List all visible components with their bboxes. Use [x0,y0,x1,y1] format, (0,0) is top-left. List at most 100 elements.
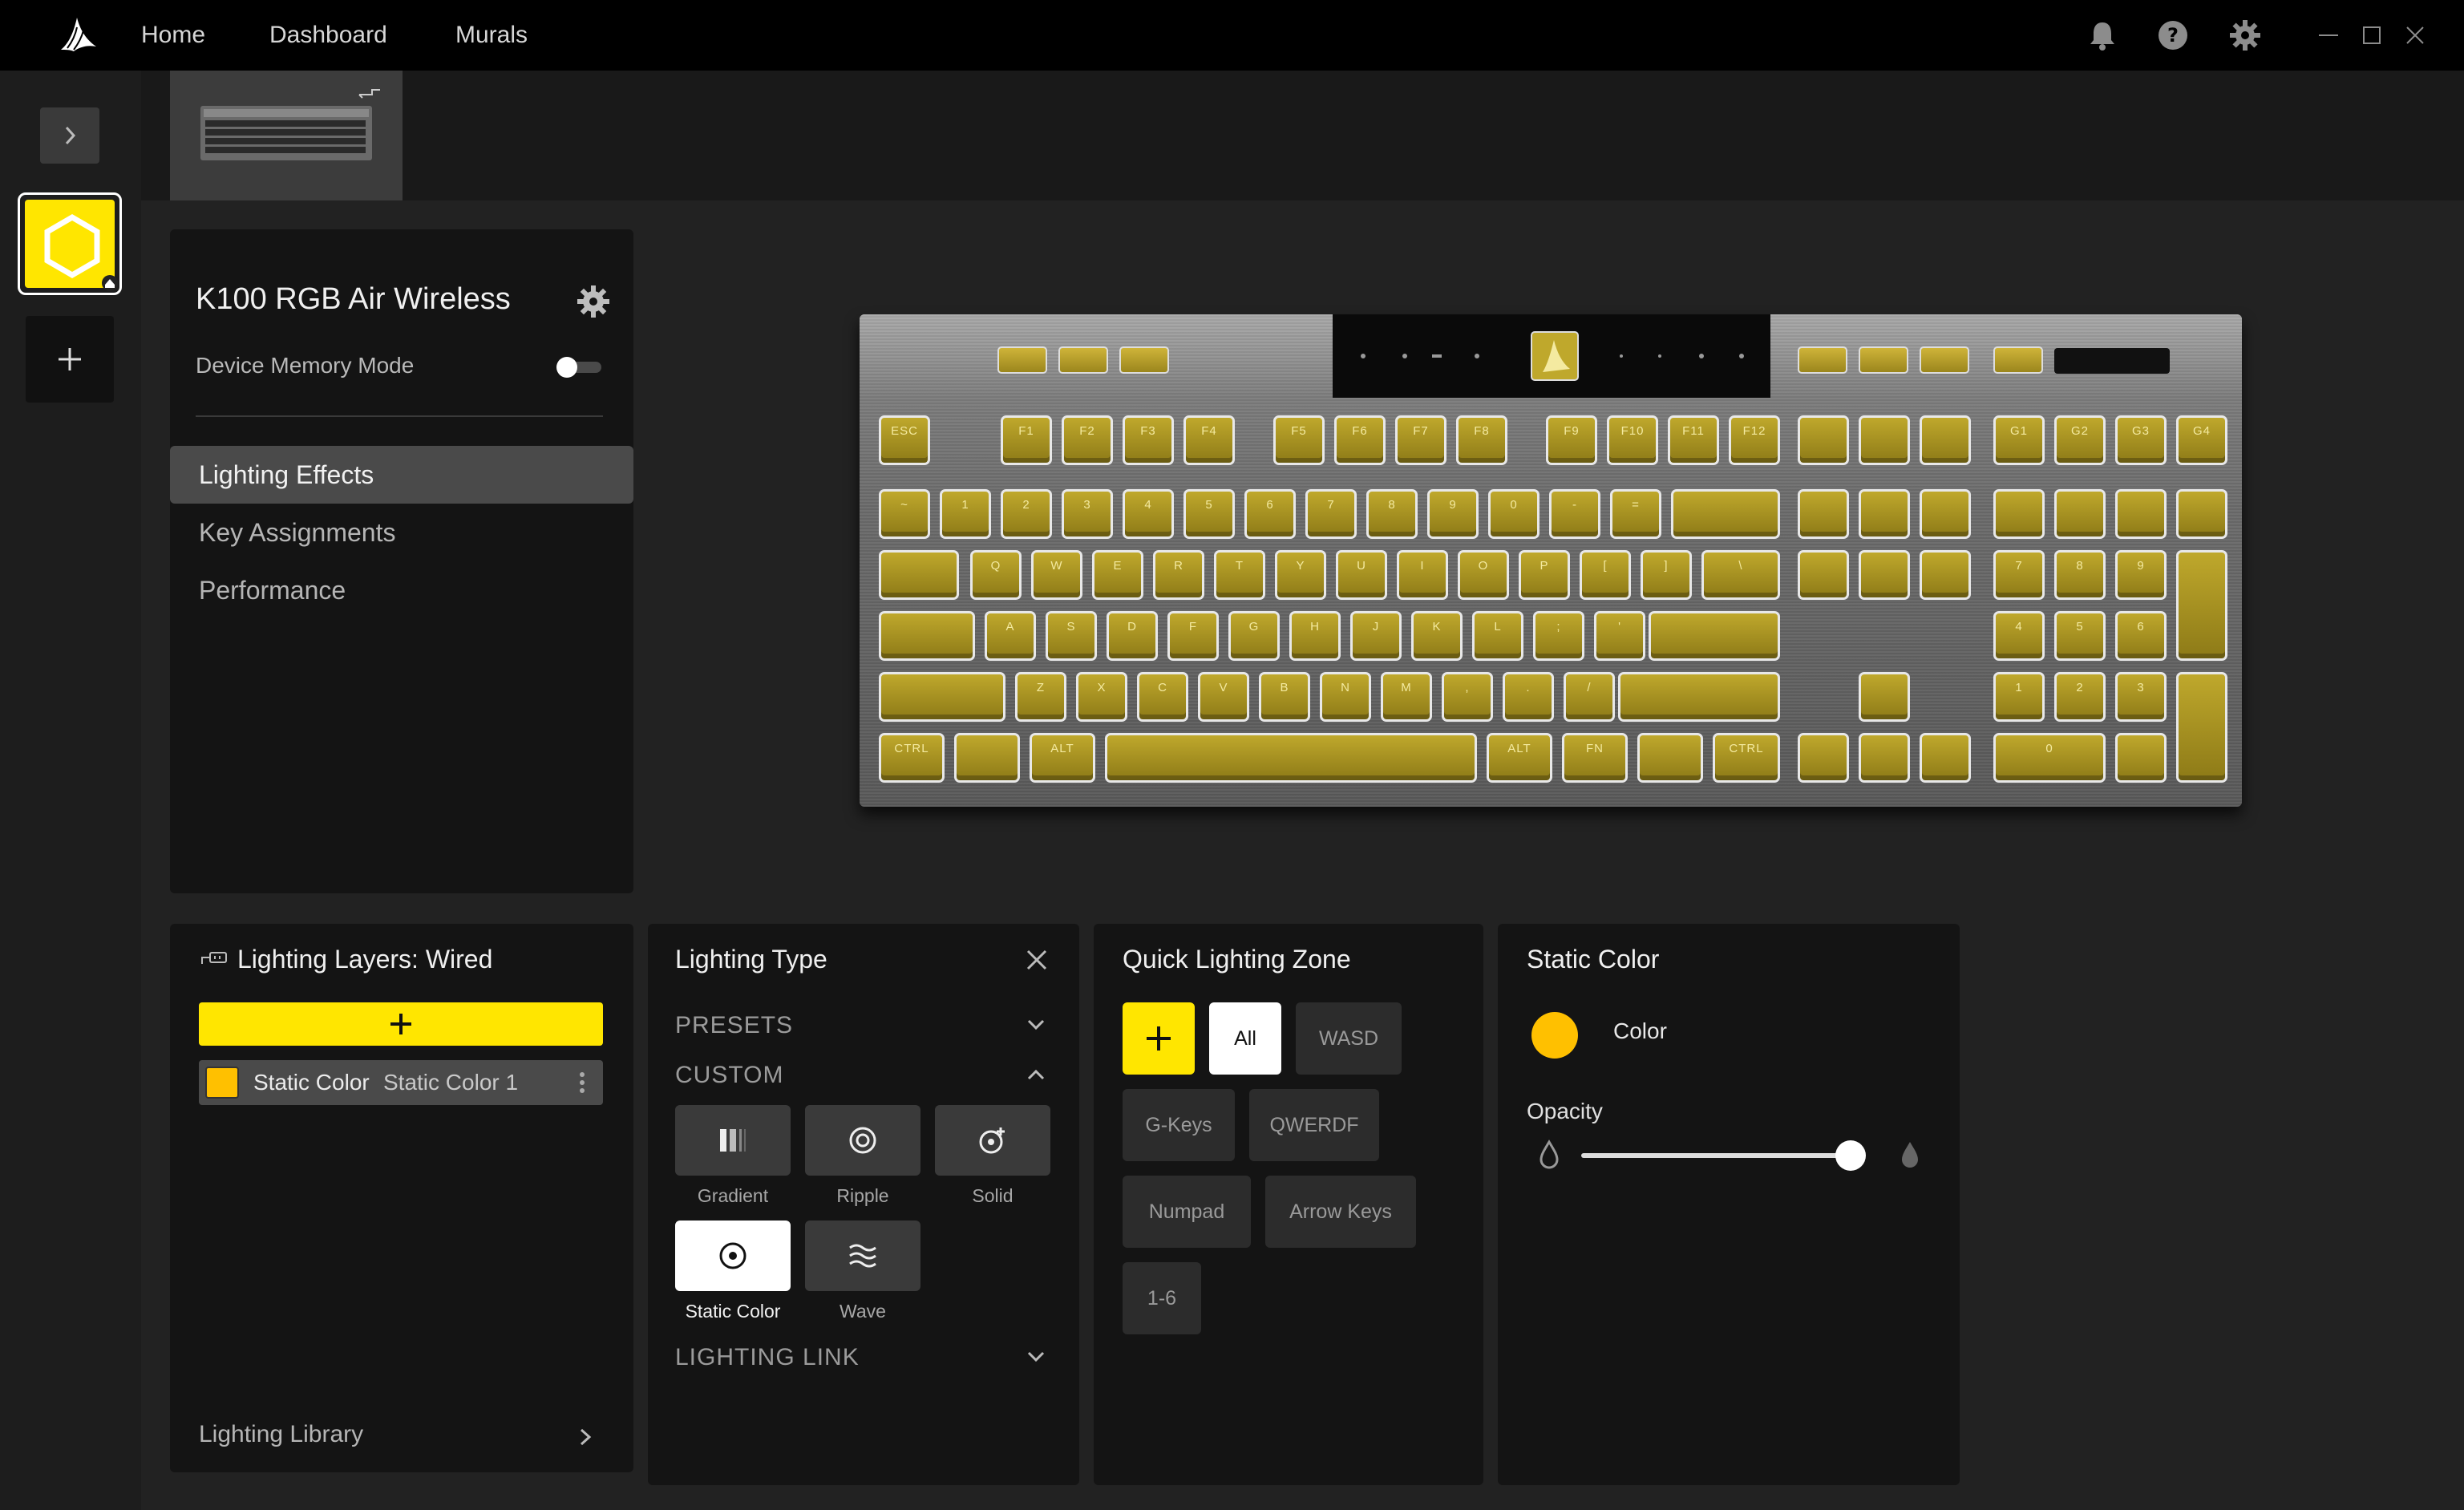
add-zone-button[interactable] [1123,1002,1195,1075]
nav-home[interactable]: Home [141,19,205,51]
key-j: J [1350,611,1402,661]
key-semicolon: ; [1533,611,1584,661]
bell-icon[interactable] [2085,18,2120,53]
key-enter [1649,611,1780,661]
corsair-logo-icon[interactable] [56,13,101,58]
key-windows [954,733,1020,783]
key-2: 2 [1001,489,1052,539]
keyboard-brightness-key [997,346,1047,374]
key-backspace [1671,489,1780,539]
wave-label: Wave [840,1301,886,1322]
add-layer-button[interactable] [199,1002,603,1046]
key-8: 8 [1366,489,1418,539]
key-print-screen [1798,415,1849,465]
key-f6: F6 [1334,415,1386,465]
key-num-decimal [2115,733,2167,783]
wired-cable-icon [201,952,227,964]
maximize-icon[interactable] [2354,18,2389,53]
rail-device-tile[interactable] [18,192,122,295]
color-picker-swatch[interactable] [1531,1012,1578,1059]
key-f7: F7 [1395,415,1446,465]
key-n: N [1320,672,1371,722]
zone-wasd-button[interactable]: WASD [1296,1002,1402,1075]
keyboard-mute-key [1993,346,2043,374]
key-3: 3 [1062,489,1113,539]
key-num-0: 0 [1993,733,2106,783]
effect-solid-tile[interactable] [935,1105,1050,1176]
key-comma: , [1442,672,1493,722]
key-5: 5 [1183,489,1235,539]
key-arrow-left [1798,733,1849,783]
plus-icon [1147,1026,1171,1051]
key-c: C [1137,672,1188,722]
chevron-up-icon[interactable] [1022,1060,1050,1089]
device-memory-mode-toggle[interactable] [556,354,603,379]
zone-1-6-button[interactable]: 1-6 [1123,1262,1201,1334]
key-right-alt: ALT [1487,733,1552,783]
key-num-2: 2 [2054,672,2106,722]
lighting-link-section-label[interactable]: LIGHTING LINK [675,1344,860,1371]
nav-murals[interactable]: Murals [455,19,528,51]
opacity-slider-track[interactable] [1581,1153,1865,1158]
key-q: Q [970,550,1022,600]
key-pause [1920,415,1971,465]
effect-static-color-tile[interactable] [675,1221,791,1291]
device-settings-gear-icon[interactable] [574,282,613,321]
effect-wave-tile[interactable] [805,1221,920,1291]
static-color-title: Static Color [1527,945,1660,974]
key-0: 0 [1488,489,1539,539]
lighting-library-link[interactable]: Lighting Library [199,1421,363,1448]
key-num-minus [2176,489,2227,539]
add-device-button[interactable] [26,316,114,403]
kebab-menu-icon[interactable] [573,1068,592,1097]
device-strip [141,71,2464,200]
volume-roller [2054,348,2170,374]
zone-all-button[interactable]: All [1209,1002,1281,1075]
key-backslash: \ [1701,550,1780,600]
zone-arrow-keys-button[interactable]: Arrow Keys [1265,1176,1416,1248]
zone-gkeys-button[interactable]: G-Keys [1123,1089,1235,1161]
keyboard-lock-key [1119,346,1169,374]
effect-ripple-tile[interactable] [805,1105,920,1176]
menu-key-assignments[interactable]: Key Assignments [170,504,633,561]
layer-row-static-color[interactable]: Static Color Static Color 1 [199,1060,603,1105]
key-g1: G1 [1993,415,2045,465]
plus-icon [390,1014,411,1034]
chevron-down-icon[interactable] [1022,1010,1050,1039]
expand-rail-button[interactable] [40,107,99,164]
key-num-divide [2054,489,2106,539]
minimize-icon[interactable] [2311,18,2346,53]
close-window-icon[interactable] [2397,18,2433,53]
chevron-right-icon [65,126,76,145]
device-thumbnail[interactable] [170,71,403,200]
key-g: G [1228,611,1280,661]
nav-dashboard[interactable]: Dashboard [269,19,387,51]
close-icon[interactable] [1022,945,1052,975]
menu-lighting-effects[interactable]: Lighting Effects [170,446,633,504]
key-m: M [1381,672,1432,722]
custom-section-label[interactable]: CUSTOM [675,1062,783,1089]
key-delete [1798,550,1849,600]
settings-gear-icon[interactable] [2227,18,2263,53]
zone-qwerdf-button[interactable]: QWERDF [1249,1089,1379,1161]
zone-numpad-button[interactable]: Numpad [1123,1176,1251,1248]
key-slash: / [1564,672,1615,722]
gradient-icon [720,1129,746,1152]
key-f2: F2 [1062,415,1113,465]
key-num-enter [2176,672,2227,783]
key-end [1859,550,1910,600]
key-f1: F1 [1001,415,1052,465]
key-f5: F5 [1273,415,1325,465]
layer-name: Static Color [253,1070,370,1095]
key-num-8: 8 [2054,550,2106,600]
chevron-down-icon[interactable] [1022,1342,1050,1371]
help-icon[interactable]: ? [2155,18,2191,53]
presets-section-label[interactable]: PRESETS [675,1012,793,1039]
chevron-right-icon[interactable] [571,1423,600,1451]
key-arrow-down [1859,733,1910,783]
effect-gradient-tile[interactable] [675,1105,791,1176]
menu-performance[interactable]: Performance [170,561,633,619]
key-menu [1637,733,1703,783]
key-f11: F11 [1668,415,1719,465]
top-bar: Home Dashboard Murals ? [0,0,2464,71]
